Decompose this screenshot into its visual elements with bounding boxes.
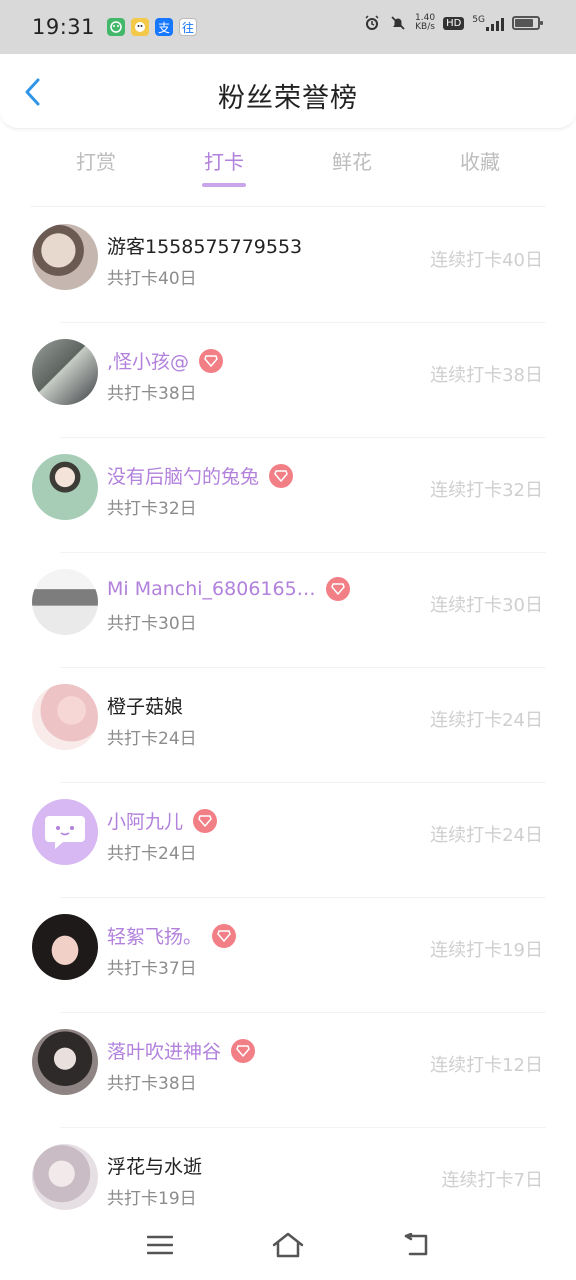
battery-level (515, 19, 534, 27)
fan-name: 浮花与水逝 (107, 1156, 203, 1178)
system-navigation-bar (0, 1212, 576, 1280)
total-checkins: 共打卡30日 (107, 614, 197, 634)
back-nav-button[interactable] (396, 1228, 436, 1262)
avatar (32, 684, 98, 750)
list-item[interactable]: 游客1558575779553 共打卡40日 连续打卡40日 (0, 208, 576, 323)
streak-checkins: 连续打卡32日 (430, 480, 543, 501)
mute-bell-icon (389, 14, 407, 32)
diamond-vip-icon (269, 463, 294, 488)
streak-checkins: 连续打卡40日 (430, 250, 543, 271)
status-indicators: 1.40 KB/s HD 5G (363, 14, 543, 32)
diamond-vip-icon (231, 1038, 256, 1063)
total-checkins: 共打卡40日 (107, 269, 197, 289)
list-item[interactable]: 没有后脑勺的兔兔 共打卡32日 连续打卡32日 (0, 438, 576, 553)
streak-checkins: 连续打卡12日 (430, 1055, 543, 1076)
avatar (32, 569, 98, 635)
fan-name-line: ,怪小孩@ (107, 347, 224, 374)
alipay-icon: 支 (155, 18, 174, 36)
battery-icon (512, 16, 543, 30)
signal-bars-icon (486, 17, 504, 31)
fan-name-line: 游客1558575779553 (107, 232, 302, 259)
diamond-vip-icon (212, 923, 237, 948)
streak-checkins: 连续打卡7日 (441, 1170, 543, 1191)
menu-button[interactable] (140, 1228, 180, 1262)
avatar (32, 914, 98, 980)
total-checkins: 共打卡24日 (107, 729, 197, 749)
total-checkins: 共打卡38日 (107, 384, 197, 404)
total-checkins: 共打卡32日 (107, 499, 197, 519)
avatar (32, 1144, 98, 1210)
list-item[interactable]: 落叶吹进神谷 共打卡38日 连续打卡12日 (0, 1013, 576, 1128)
list-item[interactable]: 小阿九儿 共打卡24日 连续打卡24日 (0, 783, 576, 898)
fan-name-line: Mi Manchi_6806165… (107, 577, 350, 601)
network-speed-unit: KB/s (415, 22, 435, 32)
diamond-vip-icon (199, 348, 224, 373)
app-notification-icon-4: 往 (179, 18, 198, 36)
fan-name-line: 小阿九儿 (107, 807, 218, 834)
list-item[interactable]: 轻絮飞扬。 共打卡37日 连续打卡19日 (0, 898, 576, 1013)
home-button[interactable] (268, 1228, 308, 1262)
list-item[interactable]: Mi Manchi_6806165… 共打卡30日 连续打卡30日 (0, 553, 576, 668)
network-speed: 1.40 KB/s (415, 14, 435, 32)
app-notification-icon-2 (131, 18, 150, 36)
home-icon (272, 1232, 304, 1258)
fan-name: 轻絮飞扬。 (107, 926, 203, 948)
tab-bar: 打赏 打卡 鲜花 收藏 (0, 128, 576, 198)
streak-checkins: 连续打卡38日 (430, 365, 543, 386)
fan-name-line: 落叶吹进神谷 (107, 1037, 256, 1064)
tab-reward[interactable]: 打赏 (46, 146, 146, 175)
fan-name: 小阿九儿 (107, 811, 184, 833)
streak-checkins: 连续打卡19日 (430, 940, 543, 961)
avatar (32, 1029, 98, 1095)
tab-flowers[interactable]: 鲜花 (302, 146, 402, 175)
fan-name: ,怪小孩@ (107, 351, 190, 373)
back-icon (404, 1233, 428, 1256)
fan-name-line: 橙子菇娘 (107, 692, 183, 719)
page: 19:31 支 往 1.40 KB/s HD 5G 粉丝荣誉榜 打赏 打卡 鲜花… (0, 0, 576, 1280)
active-tab-indicator (202, 183, 246, 187)
streak-checkins: 连续打卡30日 (430, 595, 543, 616)
diamond-vip-icon (325, 577, 350, 601)
tabs-divider (30, 206, 546, 207)
app-notification-icon-1 (107, 18, 126, 36)
total-checkins: 共打卡37日 (107, 959, 197, 979)
default-avatar-icon (32, 799, 98, 865)
menu-icon (147, 1235, 173, 1255)
list-item[interactable]: ,怪小孩@ 共打卡38日 连续打卡38日 (0, 323, 576, 438)
fan-name: 落叶吹进神谷 (107, 1041, 222, 1063)
alarm-icon (363, 14, 381, 32)
total-checkins: 共打卡19日 (107, 1189, 197, 1209)
fan-list: 游客1558575779553 共打卡40日 连续打卡40日 ,怪小孩@ 共打卡… (0, 208, 576, 1243)
fan-name: 没有后脑勺的兔兔 (107, 466, 260, 488)
total-checkins: 共打卡38日 (107, 1074, 197, 1094)
network-type-label: 5G (472, 15, 485, 25)
cellular-signal: 5G (472, 15, 504, 31)
header: 粉丝荣誉榜 (0, 54, 576, 129)
page-title: 粉丝荣誉榜 (218, 83, 358, 114)
tab-favorites[interactable]: 收藏 (430, 146, 530, 175)
fan-name: 橙子菇娘 (107, 696, 184, 718)
diamond-vip-icon (193, 808, 218, 833)
avatar (32, 339, 98, 405)
streak-checkins: 连续打卡24日 (430, 825, 543, 846)
tab-checkin[interactable]: 打卡 (174, 146, 274, 175)
status-bar: 19:31 支 往 1.40 KB/s HD 5G (0, 0, 576, 54)
fan-name: Mi Manchi_6806165… (107, 578, 316, 600)
fan-name: 游客1558575779553 (107, 236, 303, 258)
fan-name-line: 浮花与水逝 (107, 1152, 202, 1179)
fan-name-line: 轻絮飞扬。 (107, 922, 237, 949)
status-time: 19:31 (32, 15, 96, 39)
streak-checkins: 连续打卡24日 (430, 710, 543, 731)
list-item[interactable]: 橙子菇娘 共打卡24日 连续打卡24日 (0, 668, 576, 783)
avatar (32, 454, 98, 520)
hd-badge: HD (443, 16, 465, 30)
status-app-icons: 支 往 (107, 18, 198, 36)
total-checkins: 共打卡24日 (107, 844, 197, 864)
avatar (32, 224, 98, 290)
fan-name-line: 没有后脑勺的兔兔 (107, 462, 294, 489)
